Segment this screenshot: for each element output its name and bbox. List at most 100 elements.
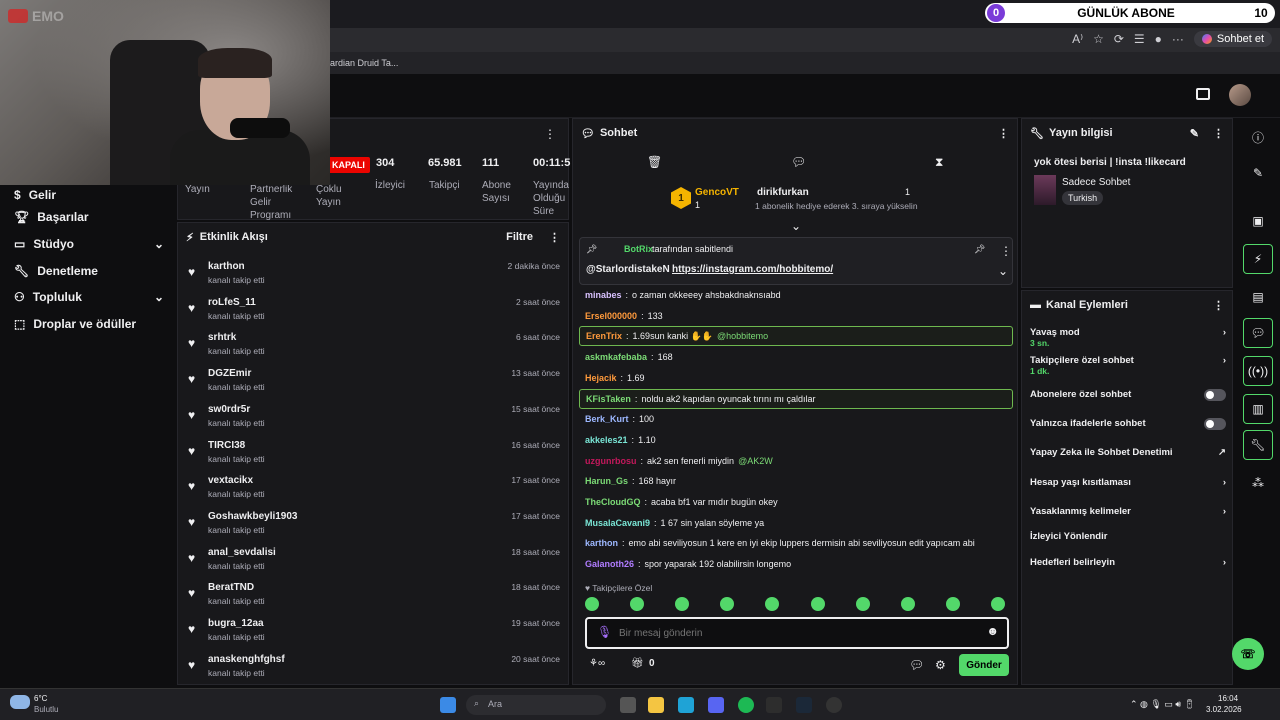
- emote-icon[interactable]: [765, 597, 780, 611]
- feed-username[interactable]: srhtrk: [208, 332, 236, 343]
- feed-username[interactable]: roLfeS_11: [208, 297, 256, 308]
- terminal-icon[interactable]: [766, 697, 782, 713]
- chat-username[interactable]: karthon: [585, 538, 618, 548]
- feed-username[interactable]: anaskenghfghsf: [208, 654, 285, 665]
- feed-row[interactable]: ♥ bugra_12aa kanalı takip etti 19 saat önce: [188, 616, 560, 650]
- discord-icon[interactable]: [708, 697, 724, 713]
- channel-action-row[interactable]: Yapay Zeka ile Sohbet Denetimi ↗: [1030, 447, 1226, 471]
- nav-item-drops[interactable]: ⬚ Droplar ve ödüller: [14, 314, 164, 334]
- feed-username[interactable]: DGZEmir: [208, 368, 251, 379]
- copilot-chat-button[interactable]: Sohbet et: [1193, 31, 1272, 47]
- emote-icon[interactable]: [720, 597, 735, 611]
- chat-mention[interactable]: @hobbitemo: [717, 331, 768, 341]
- channel-action-row[interactable]: Hesap yaşı kısıtlaması ›: [1030, 477, 1226, 501]
- collapse-icon[interactable]: ⌄: [791, 219, 801, 233]
- feed-username[interactable]: bugra_12aa: [208, 618, 264, 629]
- task-view-icon[interactable]: [620, 697, 636, 713]
- channel-action-row[interactable]: Yasaklanmış kelimeler ›: [1030, 506, 1226, 530]
- bookmark-item[interactable]: ardian Druid Ta...: [330, 58, 398, 68]
- collections-icon[interactable]: ☰: [1134, 32, 1145, 46]
- gear-icon[interactable]: ⚙︎: [935, 658, 946, 672]
- chat-input-box[interactable]: 🎙︎ ☻: [585, 617, 1009, 649]
- channel-action-row[interactable]: Yalnızca ifadelerle sohbet: [1030, 418, 1226, 442]
- chat-username[interactable]: Galanoth26: [585, 559, 634, 569]
- channel-action-row[interactable]: Takipçilere özel sohbet 1 dk. ›: [1030, 355, 1226, 379]
- feed-row[interactable]: ♥ anal_sevdalisi kanalı takip etti 18 saat …: [188, 545, 560, 579]
- more-options-icon[interactable]: ⋮: [1000, 244, 1012, 258]
- edit-icon[interactable]: ✎: [1243, 158, 1273, 188]
- chat-username[interactable]: MusalaCavani9: [585, 518, 650, 528]
- chat-username[interactable]: akkeles21: [585, 435, 628, 445]
- profile-icon[interactable]: ●: [1155, 32, 1162, 46]
- feed-username[interactable]: anal_sevdalisi: [208, 547, 276, 558]
- feed-username[interactable]: Goshawkbeyli1903: [208, 511, 298, 522]
- chat-settings-icon[interactable]: 💬︎: [791, 155, 806, 169]
- channel-action-row[interactable]: Yavaş mod 3 sn. ›: [1030, 327, 1226, 351]
- more-options-icon[interactable]: ⋮: [998, 127, 1009, 140]
- feed-username[interactable]: vextacikx: [208, 475, 253, 486]
- emote-icon[interactable]: [855, 597, 870, 611]
- feed-row[interactable]: ♥ roLfeS_11 kanalı takip etti 2 saat önce: [188, 295, 560, 329]
- edge-icon[interactable]: [678, 697, 694, 713]
- steam-icon[interactable]: [796, 697, 812, 713]
- pinned-link[interactable]: https://instagram.com/hobbitemo/: [672, 264, 833, 275]
- feed-username[interactable]: karthon: [208, 261, 245, 272]
- feed-row[interactable]: ♥ anaskenghfghsf kanalı takip etti 20 saat …: [188, 652, 560, 686]
- channel-action-row[interactable]: Abonelere özel sohbet: [1030, 389, 1226, 413]
- microphone-icon[interactable]: 🎙︎: [597, 625, 612, 639]
- lightning-icon[interactable]: ⚡︎: [1243, 244, 1273, 274]
- tray-icons[interactable]: ⌃ ◍ 🎙︎ ▭ 🔊︎ 🔋︎: [1130, 699, 1195, 710]
- feed-username[interactable]: BeratTND: [208, 582, 254, 593]
- recipient-name[interactable]: dirikfurkan: [757, 187, 809, 198]
- share-icon[interactable]: ⁂: [1243, 468, 1273, 498]
- wrench-icon[interactable]: 🔧︎: [1243, 430, 1273, 460]
- hourglass-icon[interactable]: ⧗: [935, 155, 943, 170]
- more-options-icon[interactable]: ⋮: [549, 231, 560, 244]
- broadcast-icon[interactable]: ((•)): [1243, 356, 1273, 386]
- feed-row[interactable]: ♥ BeratTND kanalı takip etti 18 saat önce: [188, 580, 560, 614]
- chat-mention[interactable]: @AK2W: [738, 456, 773, 466]
- emote-icon[interactable]: [990, 597, 1005, 611]
- feed-username[interactable]: TIRCI38: [208, 440, 245, 451]
- gifter-name[interactable]: GencoVT: [695, 187, 739, 198]
- toggle-switch[interactable]: [1204, 418, 1226, 430]
- favorite-icon[interactable]: ☆: [1093, 32, 1104, 46]
- chat-username[interactable]: minabes: [585, 290, 622, 300]
- chat-input[interactable]: [619, 625, 959, 641]
- nav-item-revenue[interactable]: $ Gelir: [14, 185, 164, 205]
- gift-icon[interactable]: 🎁︎: [631, 658, 644, 669]
- start-icon[interactable]: [440, 697, 456, 713]
- emote-icon[interactable]: [585, 597, 599, 611]
- emote-icon[interactable]: [630, 597, 645, 611]
- chat-username[interactable]: KFisTaken: [586, 394, 631, 404]
- feed-username[interactable]: sw0rdr5r: [208, 404, 250, 415]
- read-aloud-icon[interactable]: A⁾: [1072, 32, 1083, 46]
- stat-label-multistream[interactable]: Çoklu Yayın: [316, 183, 356, 209]
- feed-row[interactable]: ♥ DGZEmir kanalı takip etti 13 saat önce: [188, 366, 560, 400]
- nav-item-community[interactable]: ⚇ Topluluk ⌄: [14, 287, 164, 307]
- feed-row[interactable]: ♥ sw0rdr5r kanalı takip etti 15 saat önce: [188, 402, 560, 436]
- feed-row[interactable]: ♥ srhtrk kanalı takip etti 6 saat önce: [188, 330, 560, 364]
- edit-icon[interactable]: ✎: [1190, 127, 1199, 140]
- chat-username[interactable]: Harun_Gs: [585, 476, 628, 486]
- spotify-icon[interactable]: [738, 697, 754, 713]
- channel-action-row[interactable]: İzleyici Yönlendir: [1030, 531, 1226, 555]
- unpin-icon[interactable]: 📌︎: [974, 244, 985, 255]
- chat-username[interactable]: uzgunrbosu: [585, 456, 637, 466]
- nav-item-studio[interactable]: ▭ Stüdyo ⌄: [14, 234, 164, 254]
- support-icon[interactable]: ☏: [1232, 638, 1264, 670]
- pinned-by-user[interactable]: BotRix: [624, 244, 653, 254]
- nav-item-moderation[interactable]: 🔧︎ Denetleme: [14, 261, 164, 281]
- chat-username[interactable]: ErenTrix: [586, 331, 622, 341]
- infinity-icon[interactable]: ⚘∞: [589, 658, 605, 669]
- feed-row[interactable]: ♥ vextacikx kanalı takip etti 17 saat önce: [188, 473, 560, 507]
- emoji-icon[interactable]: ☻: [986, 624, 999, 638]
- more-options-icon[interactable]: ⋮: [1213, 127, 1224, 140]
- user-avatar[interactable]: [1229, 84, 1251, 106]
- chat-bubble-icon[interactable]: 💬︎: [1243, 318, 1273, 348]
- screen-share-icon[interactable]: [1196, 88, 1210, 100]
- chevron-down-icon[interactable]: ⌄: [998, 264, 1008, 278]
- feed-row[interactable]: ♥ Goshawkbeyli1903 kanalı takip etti 17 saa…: [188, 509, 560, 543]
- chat-username[interactable]: TheCloudGQ: [585, 497, 641, 507]
- emote-icon[interactable]: [945, 597, 960, 611]
